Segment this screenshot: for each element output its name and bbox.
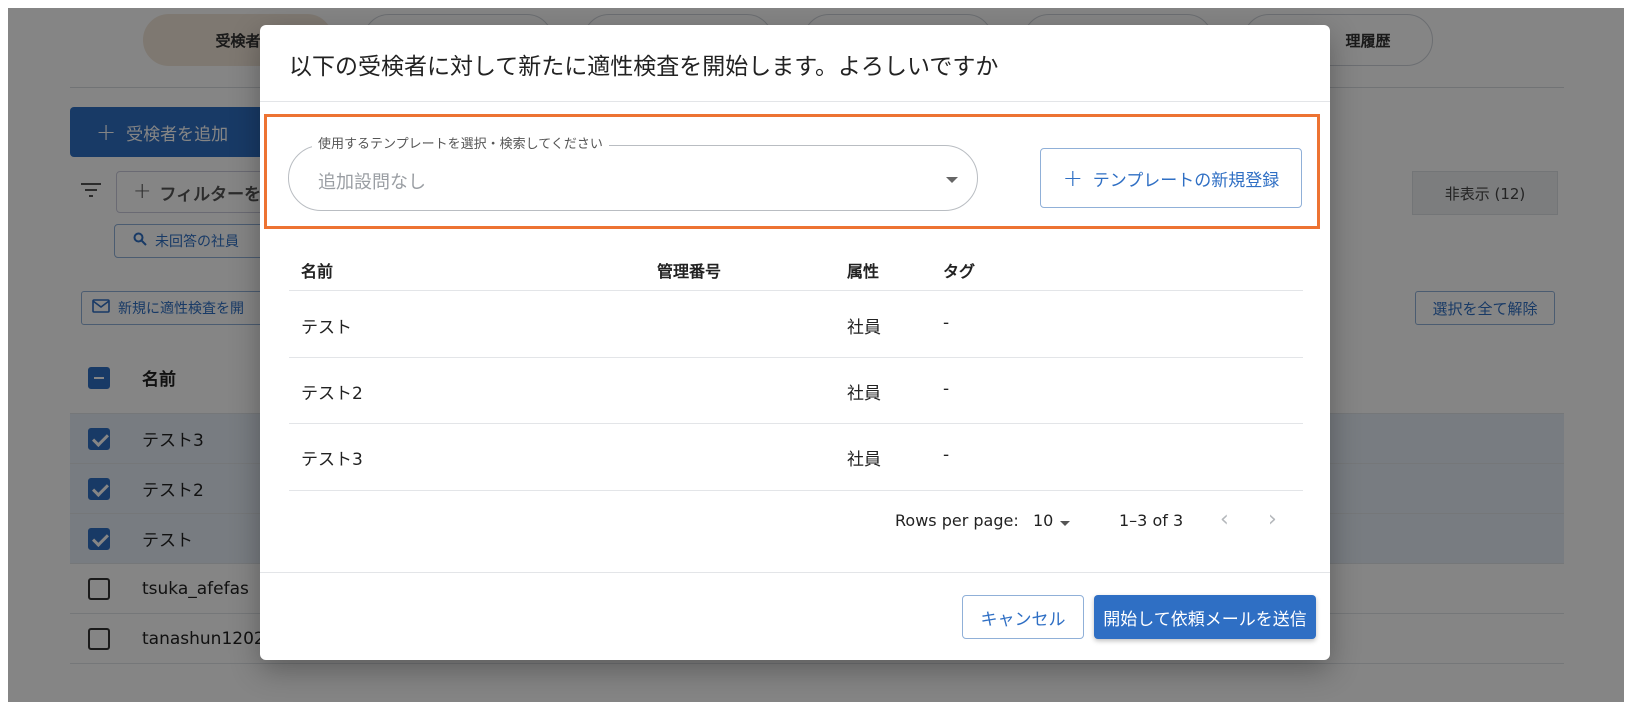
- title-divider: [260, 101, 1330, 102]
- cell-tags: -: [943, 313, 950, 333]
- cell-attribute: 社員: [847, 384, 881, 404]
- new-template-button[interactable]: + テンプレートの新規登録: [1040, 148, 1302, 208]
- column-header-id: 管理番号: [657, 262, 722, 281]
- start-and-send-button[interactable]: 開始して依頼メールを送信: [1094, 595, 1316, 639]
- new-template-label: テンプレートの新規登録: [1092, 170, 1280, 191]
- cell-attribute: 社員: [847, 450, 881, 470]
- pagination-range: 1–3 of 3: [1119, 511, 1184, 530]
- row-divider: [289, 290, 1303, 291]
- row-divider: [289, 357, 1303, 358]
- column-header-name: 名前: [301, 262, 334, 281]
- prev-page-icon[interactable]: ‹: [1220, 507, 1229, 532]
- start-test-dialog: 以下の受検者に対して新たに適性検査を開始します。よろしいですか 使用するテンプレ…: [260, 25, 1330, 660]
- cell-name: テスト3: [301, 450, 363, 470]
- dialog-title: 以下の受検者に対して新たに適性検査を開始します。よろしいですか: [289, 54, 999, 80]
- next-page-icon[interactable]: ›: [1268, 507, 1277, 532]
- cancel-button[interactable]: キャンセル: [962, 595, 1084, 639]
- rows-per-page-caret-icon[interactable]: [1060, 521, 1070, 526]
- cell-tags: -: [943, 379, 950, 399]
- column-header-tags: タグ: [943, 262, 976, 281]
- cell-name: テスト2: [301, 384, 363, 404]
- dropdown-caret-icon[interactable]: [946, 177, 958, 183]
- template-select-label: 使用するテンプレートを選択・検索してください: [312, 133, 609, 152]
- rows-per-page-label: Rows per page:: [895, 511, 1019, 530]
- template-select-value[interactable]: 追加設問なし: [318, 168, 426, 194]
- cell-tags: -: [943, 445, 950, 465]
- rows-per-page-select[interactable]: 10: [1033, 511, 1053, 530]
- cell-name: テスト: [301, 318, 352, 338]
- row-divider: [289, 423, 1303, 424]
- cell-attribute: 社員: [847, 318, 881, 338]
- column-header-attribute: 属性: [847, 262, 880, 281]
- footer-divider: [260, 572, 1330, 573]
- app-frame: 受検者 理履歴 + 受検者を追加 + フィルターを 未回答の社員 非表示 (12…: [8, 8, 1624, 702]
- row-divider: [289, 490, 1303, 491]
- plus-icon: +: [1062, 164, 1083, 192]
